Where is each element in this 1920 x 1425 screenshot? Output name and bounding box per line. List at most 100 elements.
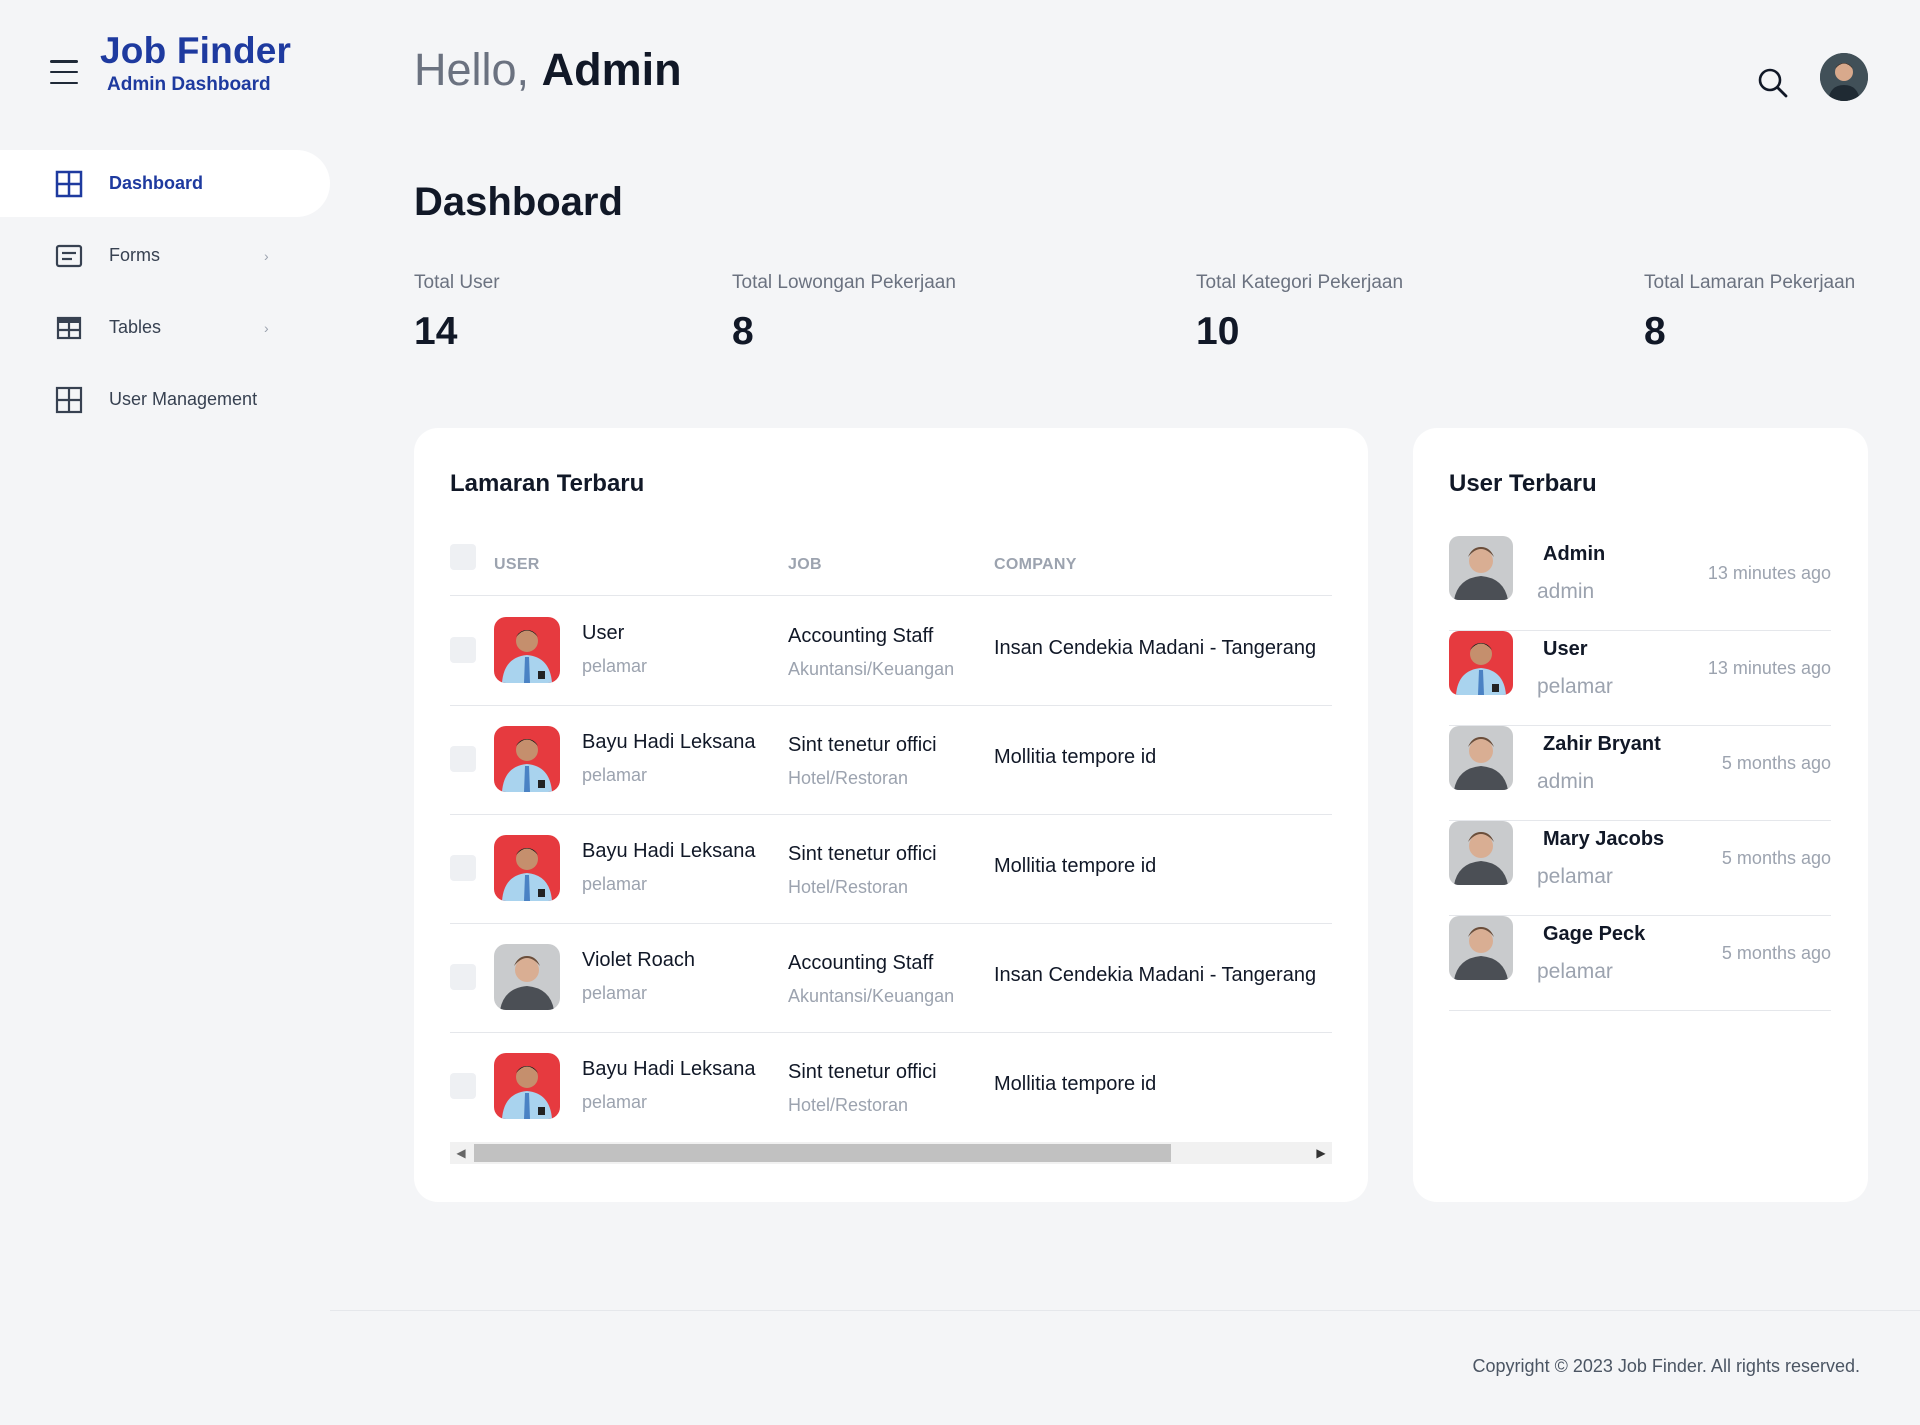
form-icon	[55, 242, 83, 270]
company-name: Mollitia tempore id	[994, 746, 1157, 768]
list-item[interactable]: Gage Peck pelamar 5 months ago	[1449, 916, 1831, 1011]
brand-logo[interactable]: Job Finder Admin Dashboard	[100, 28, 291, 96]
user-name[interactable]: Gage Peck	[1543, 920, 1645, 948]
user-photo	[1449, 536, 1513, 600]
list-item[interactable]: Zahir Bryant admin 5 months ago	[1449, 726, 1831, 821]
timestamp: 5 months ago	[1721, 943, 1831, 963]
applicant-name[interactable]: User	[582, 619, 624, 647]
table-row[interactable]: Bayu Hadi Leksana pelamar Sint tenetur o…	[450, 1033, 1332, 1142]
job-title[interactable]: Sint tenetur offici	[788, 731, 937, 759]
user-role: pelamar	[1537, 960, 1613, 983]
timestamp: 13 minutes ago	[1707, 563, 1831, 583]
grid-icon	[55, 170, 83, 198]
sidebar-item-label: Forms	[109, 245, 160, 265]
stat-total-lamaran: Total Lamaran Pekerjaan 8	[1644, 270, 1855, 354]
avatar[interactable]	[1820, 53, 1868, 101]
greeting-hello: Hello,	[414, 44, 530, 95]
stat-total-kategori: Total Kategori Pekerjaan 10	[1196, 270, 1403, 354]
user-role: admin	[1537, 770, 1595, 793]
sidebar-item-forms[interactable]: Forms ›	[0, 222, 330, 289]
stat-label: Total Lowongan Pekerjaan	[732, 272, 956, 293]
timestamp: 5 months ago	[1721, 848, 1831, 868]
column-header-job[interactable]: JOB	[788, 556, 822, 574]
user-photo	[1449, 631, 1513, 695]
job-category: Hotel/Restoran	[788, 768, 909, 788]
user-name[interactable]: User	[1543, 635, 1587, 663]
applicant-name[interactable]: Bayu Hadi Leksana	[582, 728, 755, 756]
user-name[interactable]: Mary Jacobs	[1543, 825, 1664, 853]
applicant-role: pelamar	[582, 765, 648, 785]
company-name: Insan Cendekia Madani - Tangerang	[994, 637, 1317, 659]
column-header-company[interactable]: COMPANY	[994, 556, 1077, 574]
stat-label: Total User	[414, 272, 500, 293]
job-title[interactable]: Sint tenetur offici	[788, 1058, 937, 1086]
row-checkbox[interactable]	[450, 746, 476, 772]
applicant-role: pelamar	[582, 1092, 648, 1112]
search-icon[interactable]	[1756, 66, 1790, 100]
timestamp: 5 months ago	[1721, 753, 1831, 773]
sidebar-item-label: Tables	[109, 317, 162, 337]
list-item[interactable]: User pelamar 13 minutes ago	[1449, 631, 1831, 726]
user-photo	[494, 617, 560, 683]
user-photo	[494, 835, 560, 901]
page-title: Dashboard	[414, 180, 623, 224]
table-row[interactable]: Bayu Hadi Leksana pelamar Sint tenetur o…	[450, 706, 1332, 815]
applicant-role: pelamar	[582, 874, 648, 894]
scroll-right-arrow-icon[interactable]: ▶	[1310, 1142, 1332, 1164]
timestamp: 13 minutes ago	[1707, 658, 1831, 678]
applicant-name[interactable]: Bayu Hadi Leksana	[582, 837, 755, 865]
sidebar-item-user-management[interactable]: User Management	[0, 366, 330, 433]
user-photo	[494, 726, 560, 792]
stat-value: 8	[1644, 310, 1666, 353]
table-row[interactable]: User pelamar Accounting Staff Akuntansi/…	[450, 597, 1332, 706]
applicant-role: pelamar	[582, 656, 648, 676]
user-photo	[494, 944, 560, 1010]
table-header: USER JOB COMPANY	[450, 532, 1332, 596]
stat-label: Total Lamaran Pekerjaan	[1644, 272, 1856, 293]
brand-title: Job Finder	[100, 30, 292, 71]
job-category: Akuntansi/Keuangan	[788, 659, 955, 679]
sidebar-item-dashboard[interactable]: Dashboard	[0, 150, 330, 217]
recent-users-card: User Terbaru Admin admin 13 minutes ago …	[1413, 428, 1868, 1202]
user-role: pelamar	[1537, 675, 1613, 698]
stat-label: Total Kategori Pekerjaan	[1196, 272, 1404, 293]
table-row[interactable]: Violet Roach pelamar Accounting Staff Ak…	[450, 924, 1332, 1033]
column-header-user[interactable]: USER	[494, 556, 540, 574]
applicant-name[interactable]: Bayu Hadi Leksana	[582, 1055, 755, 1083]
applicant-name[interactable]: Violet Roach	[582, 946, 695, 974]
row-checkbox[interactable]	[450, 637, 476, 663]
scrollbar-thumb[interactable]	[474, 1144, 1171, 1162]
copyright-text: Copyright © 2023 Job Finder. All rights …	[1472, 1356, 1860, 1376]
sidebar: Job Finder Admin Dashboard Dashboard For…	[0, 0, 330, 1425]
user-name[interactable]: Zahir Bryant	[1543, 730, 1661, 758]
list-item[interactable]: Mary Jacobs pelamar 5 months ago	[1449, 821, 1831, 916]
job-title[interactable]: Accounting Staff	[788, 622, 933, 650]
list-item[interactable]: Admin admin 13 minutes ago	[1449, 536, 1831, 631]
row-checkbox[interactable]	[450, 855, 476, 881]
row-checkbox[interactable]	[450, 1073, 476, 1099]
select-all-checkbox[interactable]	[450, 544, 476, 570]
greeting-username: Admin	[541, 44, 682, 95]
stat-value: 14	[414, 310, 458, 353]
table-row[interactable]: Bayu Hadi Leksana pelamar Sint tenetur o…	[450, 815, 1332, 924]
company-name: Mollitia tempore id	[994, 855, 1157, 877]
row-checkbox[interactable]	[450, 964, 476, 990]
sidebar-item-tables[interactable]: Tables ›	[0, 294, 330, 361]
user-photo	[1449, 821, 1513, 885]
user-name[interactable]: Admin	[1543, 540, 1605, 568]
company-name: Insan Cendekia Madani - Tangerang	[994, 964, 1317, 986]
sidebar-item-label: User Management	[109, 389, 258, 409]
menu-toggle-icon[interactable]	[50, 60, 78, 84]
sidebar-item-label: Dashboard	[109, 173, 204, 193]
company-name: Mollitia tempore id	[994, 1073, 1157, 1095]
job-title[interactable]: Sint tenetur offici	[788, 840, 937, 868]
scroll-left-arrow-icon[interactable]: ◀	[450, 1142, 472, 1164]
card-title: User Terbaru	[1449, 470, 1597, 497]
job-category: Hotel/Restoran	[788, 877, 909, 897]
greeting: Hello, Admin	[414, 44, 682, 96]
job-title[interactable]: Accounting Staff	[788, 949, 933, 977]
card-title: Lamaran Terbaru	[450, 470, 645, 497]
user-photo	[494, 1053, 560, 1119]
horizontal-scrollbar[interactable]: ◀ ▶	[450, 1142, 1332, 1164]
recent-applications-card: Lamaran Terbaru USER JOB COMPANY User pe…	[414, 428, 1368, 1202]
